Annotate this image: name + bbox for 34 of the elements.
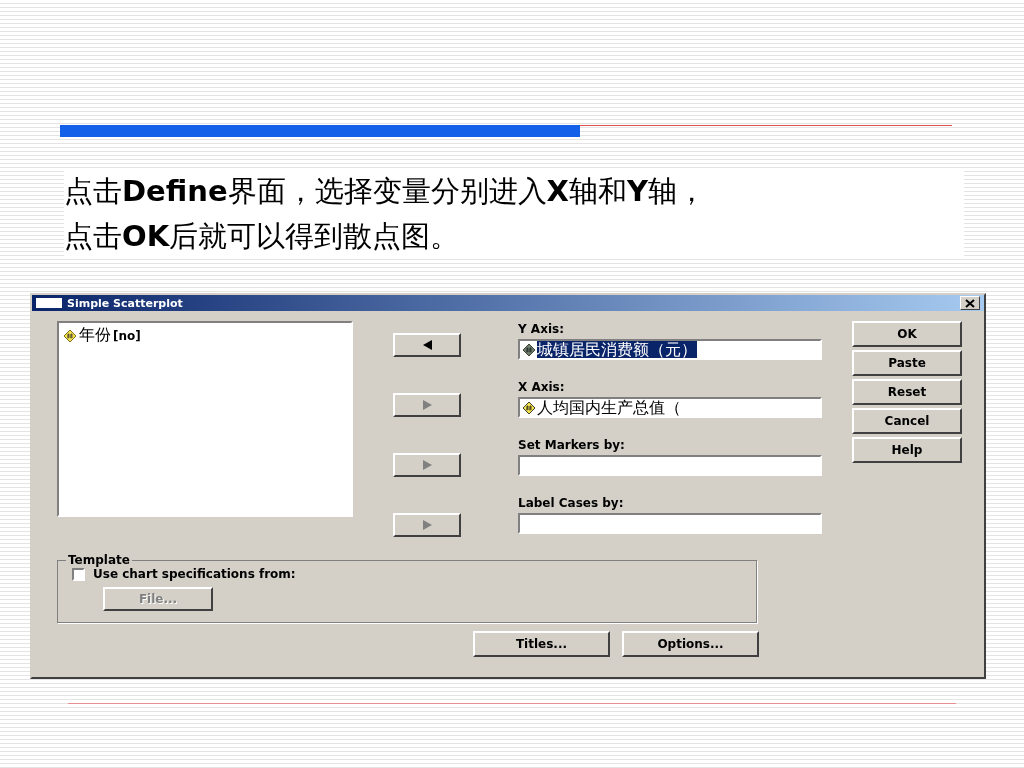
group-title: Template xyxy=(67,553,131,567)
checkbox-label: Use chart specifications from: xyxy=(93,567,296,581)
dialog-button[interactable]: Titles... xyxy=(473,631,610,657)
dialog-button[interactable]: OK xyxy=(852,321,962,347)
field-label: Set Markers by: xyxy=(518,437,626,453)
field-label: Label Cases by: xyxy=(518,495,625,511)
close-button[interactable] xyxy=(960,296,980,310)
move-button[interactable] xyxy=(393,333,461,357)
variable-field[interactable]: 城镇居民消费额（元） xyxy=(518,339,822,360)
numeric-variable-icon xyxy=(522,342,536,357)
right-triangle-icon xyxy=(421,459,433,471)
field-label: Y Axis: xyxy=(518,321,565,337)
checkbox[interactable] xyxy=(72,567,85,581)
variable-field[interactable] xyxy=(518,513,822,534)
variable-field[interactable] xyxy=(518,455,822,476)
window-icon xyxy=(36,298,62,308)
dialog-button[interactable]: Reset xyxy=(852,379,962,405)
variable-field[interactable]: 人均国内生产总值（ xyxy=(518,397,822,418)
numeric-variable-icon xyxy=(63,328,77,343)
right-triangle-icon xyxy=(421,519,433,531)
dialog-button[interactable]: Paste xyxy=(852,350,962,376)
variable-list[interactable]: 年份[no] xyxy=(57,321,353,517)
variable-item[interactable]: 年份[no] xyxy=(63,325,347,346)
close-icon xyxy=(965,298,975,308)
right-triangle-icon xyxy=(421,399,433,411)
left-triangle-icon xyxy=(421,339,433,351)
heading-line: 点击Define界面，选择变量分别进入X轴和Y轴， xyxy=(64,173,707,210)
heading-line: 点击OK后就可以得到散点图。 xyxy=(64,218,461,255)
numeric-variable-icon xyxy=(522,400,536,415)
field-label: X Axis: xyxy=(518,379,566,395)
dialog-button[interactable]: Help xyxy=(852,437,962,463)
dialog-button[interactable]: Options... xyxy=(622,631,759,657)
dialog-button[interactable]: Cancel xyxy=(852,408,962,434)
window-title: Simple Scatterplot xyxy=(67,296,184,310)
